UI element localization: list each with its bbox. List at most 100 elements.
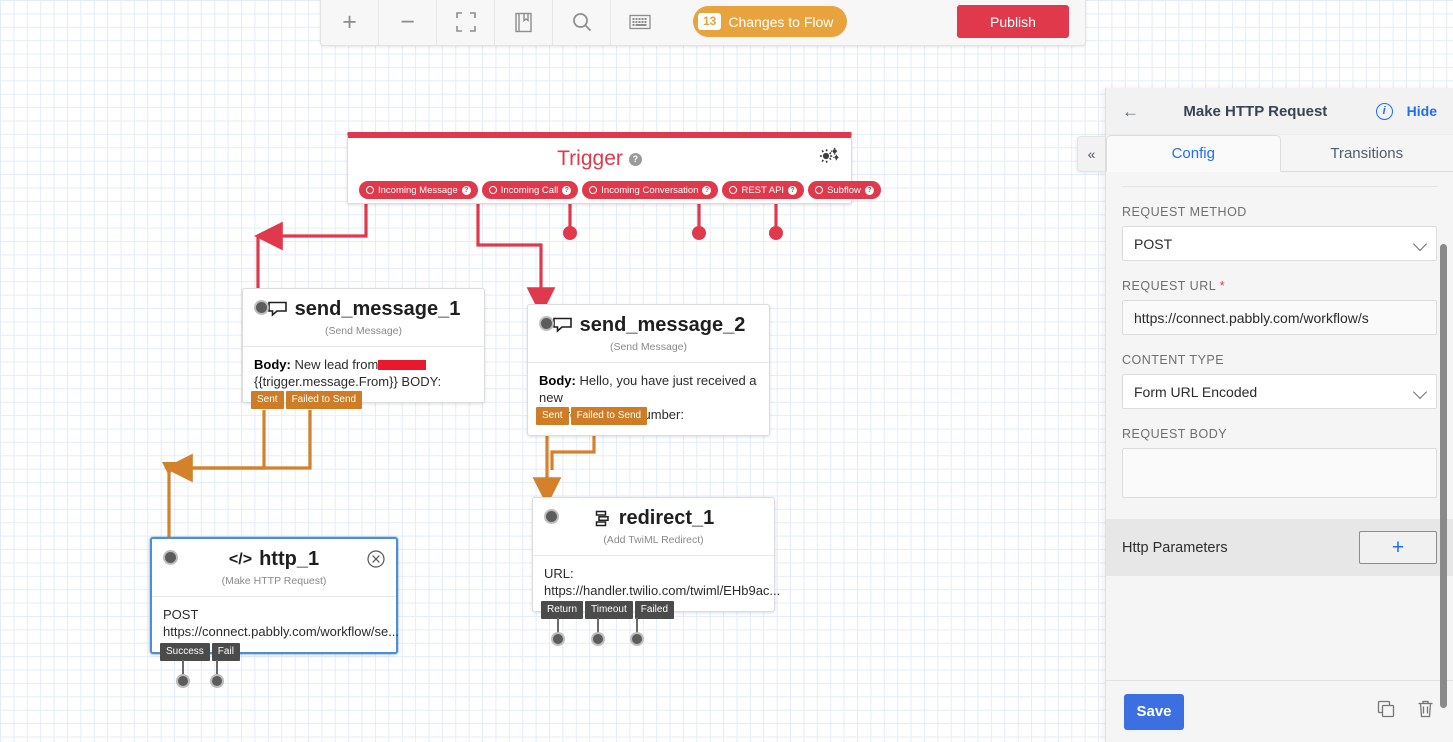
- node-body-label: URL:: [544, 566, 574, 581]
- zoom-in-button[interactable]: +: [321, 0, 379, 45]
- chip-success[interactable]: Success: [160, 643, 210, 661]
- help-icon[interactable]: ?: [461, 185, 471, 195]
- trigger-pill-label: Incoming Call: [500, 184, 559, 196]
- search-icon: [572, 13, 591, 32]
- library-button[interactable]: [495, 0, 553, 45]
- search-button[interactable]: [553, 0, 611, 45]
- node-http-1[interactable]: </> http_1 (Make HTTP Request) POST http…: [150, 537, 399, 688]
- chat-bubble-icon: [552, 317, 572, 333]
- help-icon[interactable]: ?: [788, 185, 798, 195]
- chip-failed-to-send[interactable]: Failed to Send: [285, 391, 363, 409]
- node-title-text: http_1: [259, 548, 320, 570]
- chip-sent[interactable]: Sent: [536, 407, 569, 425]
- close-circle-icon[interactable]: [367, 550, 385, 568]
- save-button[interactable]: Save: [1124, 693, 1184, 730]
- chip-return[interactable]: Return: [541, 601, 584, 619]
- content-type-select[interactable]: Form URL Encoded: [1122, 374, 1437, 409]
- trigger-help-icon[interactable]: ?: [628, 152, 642, 166]
- hide-button[interactable]: Hide: [1407, 103, 1437, 119]
- node-title-row: redirect_1: [533, 498, 774, 530]
- tab-config[interactable]: Config: [1106, 135, 1281, 172]
- chevron-down-icon: [1412, 384, 1428, 400]
- fit-screen-button[interactable]: [437, 0, 495, 45]
- code-icon: </>: [228, 550, 253, 568]
- chip-timeout[interactable]: Timeout: [585, 601, 633, 619]
- node-title-row: </> http_1: [152, 539, 396, 571]
- trigger-title-row: Trigger ?: [348, 147, 851, 171]
- help-icon[interactable]: ?: [864, 185, 874, 195]
- copy-icon[interactable]: [1376, 699, 1396, 724]
- node-send-message-1[interactable]: send_message_1 (Send Message) Body: New …: [242, 288, 485, 409]
- chip-output-port-return[interactable]: [551, 632, 565, 646]
- chip-failed-to-send[interactable]: Failed to Send: [570, 407, 648, 425]
- node-body-label: POST: [163, 607, 199, 622]
- trigger-node[interactable]: Trigger ? Incoming Message ? Incoming Ca…: [347, 132, 881, 204]
- fit-screen-icon: [455, 12, 476, 32]
- minus-icon: −: [400, 7, 415, 36]
- trigger-pill-rest-api[interactable]: REST API ?: [722, 181, 805, 199]
- node-input-port[interactable]: [254, 300, 269, 315]
- panel-scroll-area[interactable]: REQUEST METHOD POST REQUEST URL * https:…: [1106, 172, 1453, 680]
- trigger-pill-label: Subflow: [827, 184, 861, 196]
- help-icon[interactable]: ?: [702, 185, 712, 195]
- node-input-port[interactable]: [539, 316, 554, 331]
- tab-transitions[interactable]: Transitions: [1280, 135, 1453, 172]
- panel-header: ← Make HTTP Request i Hide: [1106, 88, 1453, 135]
- request-url-value: https://connect.pabbly.com/workflow/s: [1134, 309, 1369, 326]
- node-output-chips: Success Fail: [160, 643, 240, 661]
- config-panel: ← Make HTTP Request i Hide Config Transi…: [1105, 88, 1453, 742]
- chip-output-port-fail[interactable]: [210, 674, 224, 688]
- chip-sent[interactable]: Sent: [251, 391, 284, 409]
- node-title-row: send_message_1: [243, 289, 484, 321]
- zoom-out-button[interactable]: −: [379, 0, 437, 45]
- chip-output-port-success[interactable]: [176, 674, 190, 688]
- radio-icon: [488, 186, 497, 194]
- chip-output-port-failed[interactable]: [630, 632, 644, 646]
- chevron-down-icon: [1412, 236, 1428, 252]
- keyboard-icon: [629, 14, 651, 30]
- node-body-label: Body:: [539, 373, 576, 388]
- add-http-parameter-button[interactable]: +: [1359, 531, 1437, 564]
- request-body-textarea[interactable]: [1122, 448, 1437, 498]
- trigger-pill-label: Incoming Conversation: [601, 184, 699, 196]
- panel-tabs: Config Transitions: [1106, 135, 1453, 172]
- canvas-toolbar: + − 13 Changes to Flow Publish: [320, 0, 1086, 46]
- changes-to-flow-badge[interactable]: 13 Changes to Flow: [693, 6, 848, 37]
- trigger-pill-incoming-conversation[interactable]: Incoming Conversation ?: [582, 181, 719, 199]
- node-redirect-1[interactable]: redirect_1 (Add TwiML Redirect) URL: htt…: [532, 497, 780, 646]
- node-input-port[interactable]: [544, 509, 559, 524]
- trigger-pill-label: Incoming Message: [378, 184, 458, 196]
- changes-label: Changes to Flow: [728, 13, 834, 30]
- panel-footer: Save: [1106, 680, 1453, 742]
- redirect-icon: [595, 510, 609, 527]
- radio-icon: [589, 186, 598, 194]
- keyboard-shortcuts-button[interactable]: [611, 0, 669, 45]
- trash-icon[interactable]: [1416, 699, 1435, 724]
- request-method-label: REQUEST METHOD: [1122, 205, 1247, 219]
- chip-output-port-timeout[interactable]: [591, 632, 605, 646]
- request-url-label: REQUEST URL *: [1122, 279, 1437, 293]
- request-body-label: REQUEST BODY: [1122, 427, 1228, 441]
- panel-scrollbar[interactable]: [1440, 244, 1447, 708]
- node-title-text: send_message_1: [294, 298, 461, 320]
- plus-icon: +: [342, 7, 357, 36]
- node-output-chips: Sent Failed to Send: [251, 391, 363, 409]
- trigger-pill-subflow[interactable]: Subflow ?: [808, 181, 881, 199]
- double-chevron-left-icon[interactable]: «: [1077, 136, 1105, 172]
- trigger-pill-incoming-call[interactable]: Incoming Call ?: [481, 181, 579, 199]
- radio-icon: [815, 186, 824, 194]
- request-url-input[interactable]: https://connect.pabbly.com/workflow/s: [1122, 300, 1437, 335]
- book-icon: [515, 12, 532, 32]
- node-send-message-2[interactable]: send_message_2 (Send Message) Body: Hell…: [527, 304, 770, 437]
- gear-icon[interactable]: [819, 147, 839, 170]
- trigger-pill-incoming-message[interactable]: Incoming Message ?: [359, 181, 478, 199]
- node-input-port[interactable]: [163, 550, 178, 565]
- publish-button[interactable]: Publish: [957, 5, 1069, 38]
- info-icon[interactable]: i: [1375, 102, 1393, 120]
- chip-fail[interactable]: Fail: [211, 643, 240, 661]
- chip-failed[interactable]: Failed: [634, 601, 675, 619]
- request-method-select[interactable]: POST: [1122, 226, 1437, 261]
- help-icon[interactable]: ?: [562, 185, 572, 195]
